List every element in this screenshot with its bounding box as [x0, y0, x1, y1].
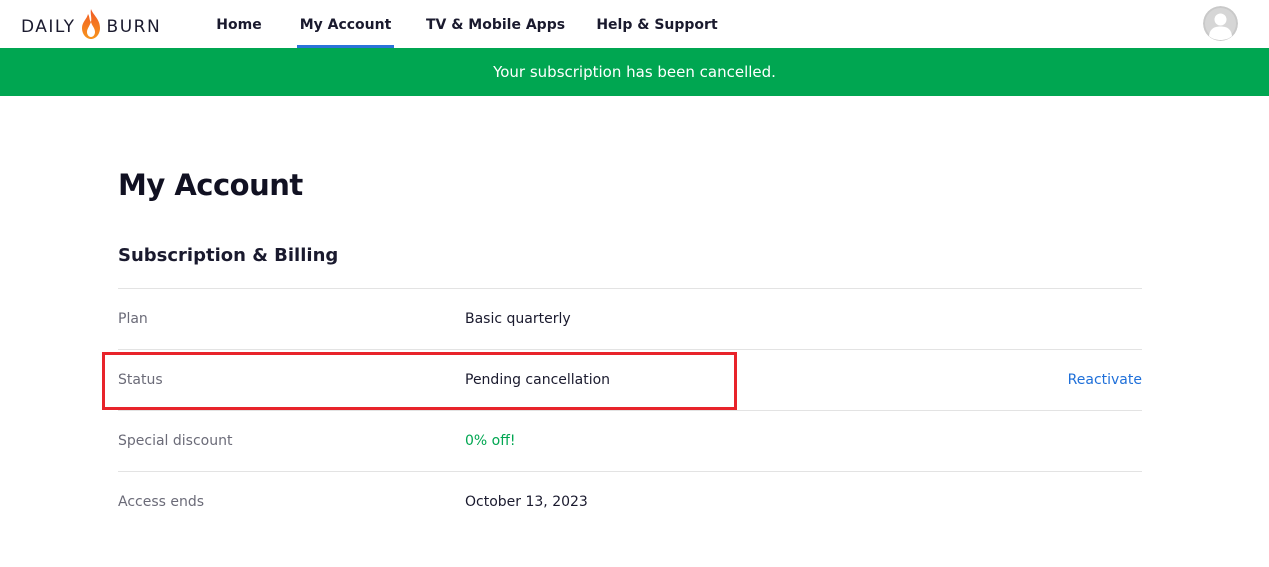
nav-my-account[interactable]: My Account	[297, 0, 394, 48]
top-header: DAILY BURN Home My Account TV & Mobile A…	[0, 0, 1269, 48]
cancellation-banner: Your subscription has been cancelled.	[0, 48, 1269, 96]
nav-home[interactable]: Home	[210, 0, 268, 48]
daily-burn-logo[interactable]: DAILY BURN	[21, 8, 161, 40]
logo-word-burn: BURN	[106, 16, 162, 37]
logo-word-daily: DAILY	[21, 16, 76, 37]
table-row-special-discount: Special discount 0% off!	[118, 410, 1142, 471]
table-row-plan: Plan Basic quarterly	[118, 288, 1142, 349]
subscription-table: Plan Basic quarterly Status Pending canc…	[118, 288, 1142, 532]
flame-icon	[81, 9, 100, 39]
row-value: October 13, 2023	[465, 494, 588, 510]
row-value: Basic quarterly	[465, 311, 571, 327]
user-avatar-icon[interactable]	[1203, 6, 1238, 41]
row-value: Pending cancellation	[465, 372, 611, 388]
table-row-access-ends: Access ends October 13, 2023	[118, 471, 1142, 532]
avatar-silhouette-icon	[1203, 6, 1238, 41]
nav-tv-mobile-apps[interactable]: TV & Mobile Apps	[424, 0, 567, 48]
row-label: Status	[118, 372, 163, 388]
row-label: Special discount	[118, 433, 233, 449]
row-label: Plan	[118, 311, 148, 327]
nav-help-support[interactable]: Help & Support	[595, 0, 719, 48]
reactivate-link[interactable]: Reactivate	[1068, 350, 1142, 410]
section-title-subscription-billing: Subscription & Billing	[118, 245, 339, 266]
table-row-status: Status Pending cancellation Reactivate	[118, 349, 1142, 410]
row-value: 0% off!	[465, 433, 516, 449]
page-title: My Account	[118, 168, 303, 202]
row-label: Access ends	[118, 494, 205, 510]
